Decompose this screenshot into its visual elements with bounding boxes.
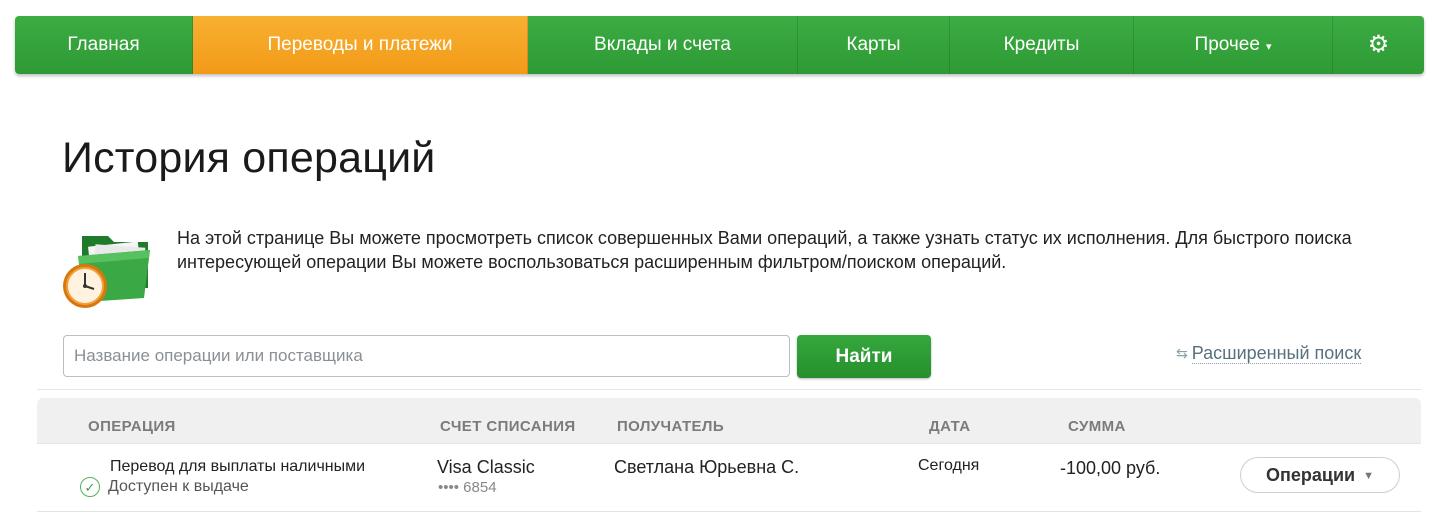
divider — [37, 389, 1421, 390]
nav-item-transfers[interactable]: Переводы и платежи — [193, 16, 528, 74]
nav-item-label: Кредиты — [1003, 34, 1080, 55]
divider — [37, 443, 1421, 444]
filter-arrows-icon: ⇆ — [1176, 345, 1188, 361]
gear-icon: ⚙ — [1367, 31, 1390, 58]
nav-item-label: Главная — [67, 34, 140, 55]
operation-name[interactable]: Перевод для выплаты наличными — [110, 458, 365, 476]
nav-item-label: Вклады и счета — [594, 34, 731, 55]
nav-item-label: Переводы и платежи — [267, 34, 453, 55]
find-button[interactable]: Найти — [797, 335, 931, 378]
advanced-search-link[interactable]: ⇆ Расширенный поиск — [1176, 343, 1362, 364]
nav-item-home[interactable]: Главная — [15, 16, 193, 74]
account-number: •••• 6854 — [438, 479, 497, 496]
intro-text: На этой странице Вы можете просмотреть с… — [177, 228, 1352, 272]
recipient-name: Светлана Юрьевна С. — [614, 457, 800, 477]
chevron-down-icon: ▼ — [1363, 470, 1374, 482]
operation-amount: -100,00 руб. — [1060, 458, 1161, 478]
operations-button-label: Операции — [1266, 464, 1356, 485]
nav-item-credits[interactable]: Кредиты — [950, 16, 1134, 74]
search-input[interactable] — [63, 335, 790, 377]
main-nav: Главная Переводы и платежи Вклады и счет… — [15, 16, 1424, 74]
column-header-account[interactable]: СЧЕТ СПИСАНИЯ — [440, 418, 576, 435]
nav-item-label: Прочее — [1194, 34, 1260, 55]
page-title: История операций — [62, 134, 436, 182]
advanced-search-label: Расширенный поиск — [1191, 343, 1362, 364]
nav-item-label: Карты — [846, 34, 901, 55]
nav-item-cards[interactable]: Карты — [798, 16, 950, 74]
nav-item-other[interactable]: Прочее ▾ — [1134, 16, 1333, 74]
settings-button[interactable]: ⚙ — [1333, 16, 1424, 74]
operation-status: ✓ Доступен к выдаче — [80, 477, 249, 497]
check-circle-icon: ✓ — [80, 477, 100, 497]
column-header-recipient[interactable]: ПОЛУЧАТЕЛЬ — [617, 418, 724, 435]
folder-clock-icon — [60, 226, 156, 312]
operation-status-text: Доступен к выдаче — [108, 478, 249, 495]
operations-dropdown-button[interactable]: Операции ▼ — [1240, 457, 1400, 493]
divider — [37, 511, 1421, 512]
account-name: Visa Classic — [437, 457, 535, 477]
column-header-amount[interactable]: СУММА — [1068, 418, 1126, 435]
chevron-down-icon: ▾ — [1265, 40, 1272, 53]
column-header-date[interactable]: ДАТА — [929, 418, 970, 435]
table-header — [37, 398, 1421, 444]
operation-date: Сегодня — [918, 457, 980, 474]
nav-item-deposits[interactable]: Вклады и счета — [528, 16, 798, 74]
column-header-operation[interactable]: ОПЕРАЦИЯ — [88, 418, 176, 435]
